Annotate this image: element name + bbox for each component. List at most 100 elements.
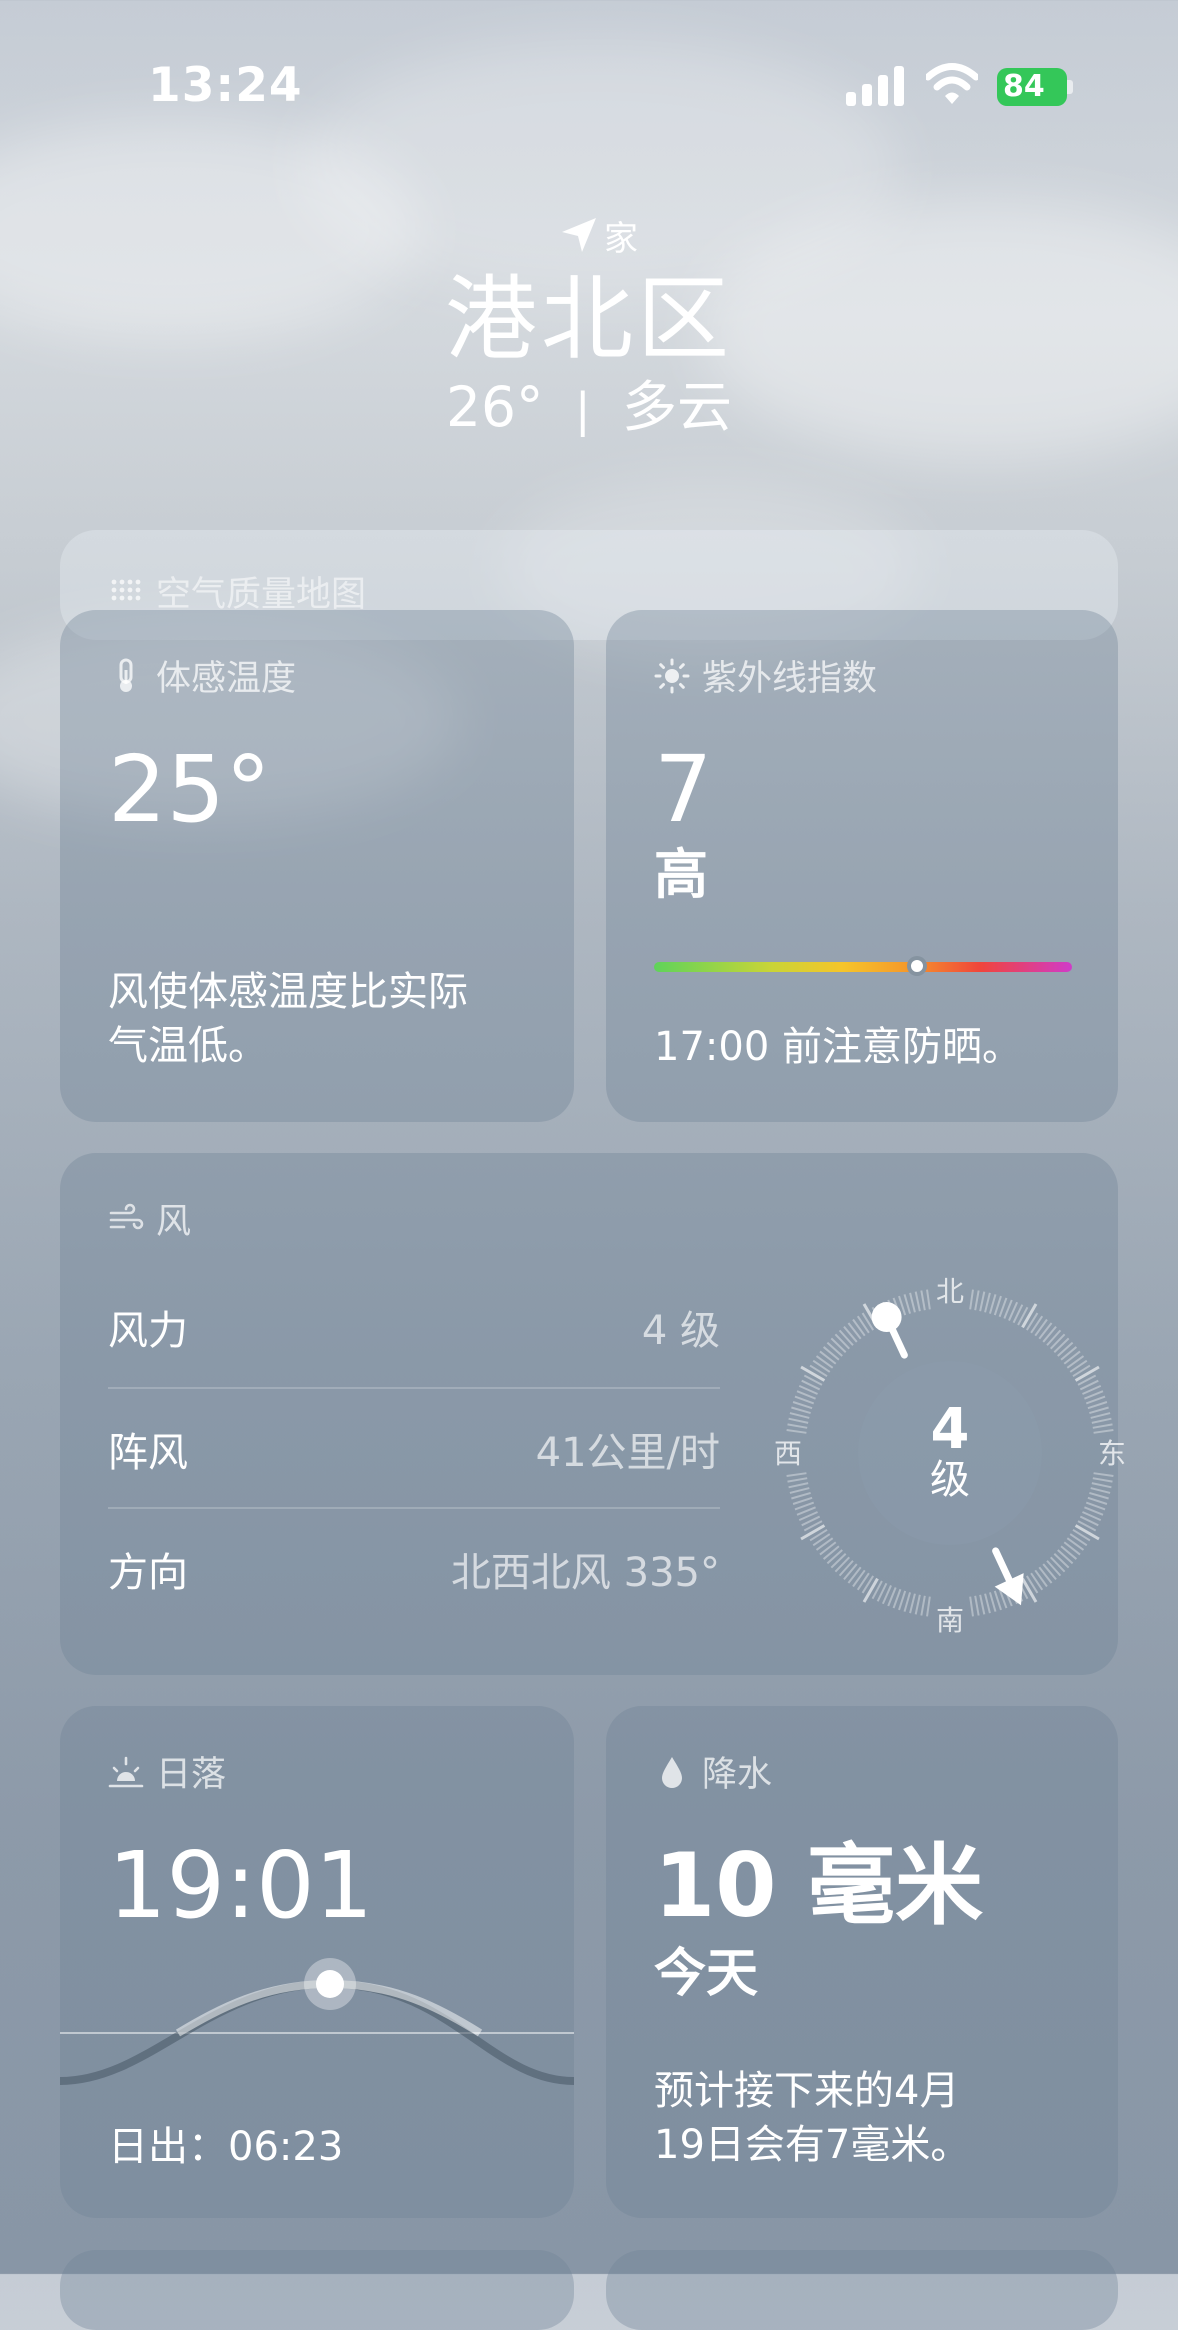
- compass-tick: [815, 1537, 834, 1551]
- compass-unit: 级: [930, 1457, 970, 1503]
- wind-direction-value: 北西北风 335°: [450, 1550, 720, 1596]
- compass-tick: [862, 1577, 879, 1603]
- uv-level: 高: [654, 843, 708, 906]
- conditions-separator: |: [574, 383, 591, 437]
- precipitation-card[interactable]: 降水 10 毫米 今天 预计接下来的4月 19日会有7毫米。: [606, 1706, 1118, 2218]
- compass-tick: [974, 1290, 980, 1311]
- compass-tick: [1087, 1401, 1108, 1410]
- compass-tick: [920, 1595, 926, 1616]
- compass-tick: [786, 1472, 807, 1477]
- compass-tick: [1093, 1472, 1114, 1477]
- compass-tick: [792, 1496, 813, 1505]
- compass-tick: [843, 1563, 858, 1581]
- precip-amount: 10 毫米: [654, 1834, 984, 1937]
- compass-tick: [903, 1294, 911, 1314]
- compass-tick: [1090, 1487, 1111, 1494]
- compass-tick: [979, 1291, 986, 1312]
- compass-tick: [1091, 1482, 1112, 1489]
- compass-tick: [791, 1492, 811, 1500]
- compass-tick: [993, 1295, 1002, 1316]
- uv-scale-bar: [654, 962, 1072, 972]
- uv-scale-marker: [907, 956, 928, 976]
- precip-title: 降水: [702, 1755, 773, 1795]
- compass-tick: [1066, 1355, 1085, 1369]
- compass-tick: [792, 1401, 813, 1410]
- compass-tick: [1060, 1346, 1078, 1361]
- compass-tick: [926, 1289, 931, 1310]
- compass-tick: [1021, 1303, 1038, 1329]
- next-card-left[interactable]: [60, 2250, 574, 2330]
- city-name: 港北区: [444, 266, 733, 373]
- compass-tick: [786, 1429, 807, 1434]
- sunset-title: 日落: [156, 1755, 227, 1795]
- compass-tick: [852, 1569, 866, 1588]
- compass-tick: [1074, 1524, 1100, 1541]
- sunset-card[interactable]: 日落 19:01 日出：06:23: [60, 1706, 574, 2218]
- compass-tick: [787, 1423, 808, 1429]
- feels-like-title-row: 体感温度: [108, 650, 296, 701]
- compass-speed: 4: [931, 1397, 970, 1462]
- feels-like-desc-line2: 气温低。: [108, 1023, 268, 1069]
- compass-tick: [1042, 1325, 1057, 1343]
- uv-value: 7: [654, 736, 713, 843]
- compass-tick: [830, 1337, 847, 1353]
- uv-index-card[interactable]: 紫外线指数 7 高 17:00 前注意防晒。: [606, 610, 1118, 1122]
- compass-east-label: 东: [1098, 1437, 1126, 1470]
- sunset-icon: [108, 1756, 144, 1787]
- wind-row-speed: 风力 4 级: [108, 1267, 720, 1387]
- compass-tick: [847, 1566, 862, 1584]
- compass-tick: [914, 1594, 921, 1615]
- compass-tick: [1089, 1492, 1109, 1500]
- compass-tick: [815, 1355, 834, 1369]
- location-label: 家: [604, 218, 638, 259]
- location-row: 家: [0, 210, 1178, 260]
- sun-position-marker: [316, 1970, 344, 1998]
- compass-tick: [834, 1556, 850, 1573]
- wind-title: 风: [156, 1202, 192, 1242]
- compass-tick: [834, 1333, 850, 1350]
- compass-tick: [826, 1341, 843, 1357]
- compass-tick: [819, 1350, 837, 1365]
- compass-tick: [1050, 1333, 1066, 1350]
- sun-path-graph: [60, 1958, 574, 2085]
- compass-tick: [847, 1322, 862, 1340]
- next-card-right[interactable]: [606, 2250, 1118, 2330]
- compass-south-label: 南: [936, 1604, 964, 1637]
- battery-indicator: 84: [997, 68, 1067, 106]
- compass-tick: [1046, 1329, 1062, 1346]
- battery-level: 84: [1003, 69, 1045, 104]
- compass-tick: [826, 1549, 843, 1565]
- current-conditions: 26° | 多云: [0, 372, 1178, 445]
- compass-tick: [1066, 1537, 1085, 1551]
- compass-tick: [1087, 1496, 1108, 1505]
- compass-tick: [1091, 1417, 1112, 1424]
- feels-like-card[interactable]: 体感温度 25° 风使体感温度比实际 气温低。: [60, 610, 574, 1122]
- compass-tick: [1060, 1545, 1078, 1560]
- compass-tick: [984, 1593, 991, 1614]
- compass-tick: [1063, 1541, 1081, 1556]
- compass-north-label: 北: [936, 1275, 964, 1308]
- wind-compass: 北 南 东 西 4 级: [774, 1275, 1126, 1637]
- compass-tick: [1089, 1406, 1109, 1414]
- uv-title: 紫外线指数: [702, 659, 878, 699]
- compass-tick: [1074, 1365, 1100, 1382]
- compass-tick: [1038, 1322, 1053, 1340]
- wind-gust-value: 41公里/时: [535, 1430, 720, 1476]
- uv-title-row: 紫外线指数: [654, 650, 877, 701]
- wind-gust-label: 阵风: [108, 1430, 188, 1476]
- wind-card[interactable]: 风 风力 4 级 阵风 41公里/时 方向 北西北风 335° 北 南 东 西 …: [60, 1153, 1126, 1675]
- compass-tick: [800, 1365, 826, 1382]
- compass-tick: [909, 1593, 916, 1614]
- raindrop-icon: [662, 1756, 682, 1788]
- compass-tick: [903, 1592, 911, 1612]
- compass-tick: [1053, 1337, 1070, 1353]
- compass-tick: [1034, 1569, 1048, 1588]
- compass-tick: [838, 1329, 854, 1346]
- compass-tick: [1046, 1560, 1062, 1577]
- compass-tick: [789, 1412, 810, 1419]
- compass-tick: [791, 1406, 811, 1414]
- compass-west-label: 西: [774, 1437, 802, 1470]
- wind-icon: [109, 1203, 144, 1229]
- compass-tick: [1021, 1577, 1038, 1603]
- compass-tick: [800, 1524, 826, 1541]
